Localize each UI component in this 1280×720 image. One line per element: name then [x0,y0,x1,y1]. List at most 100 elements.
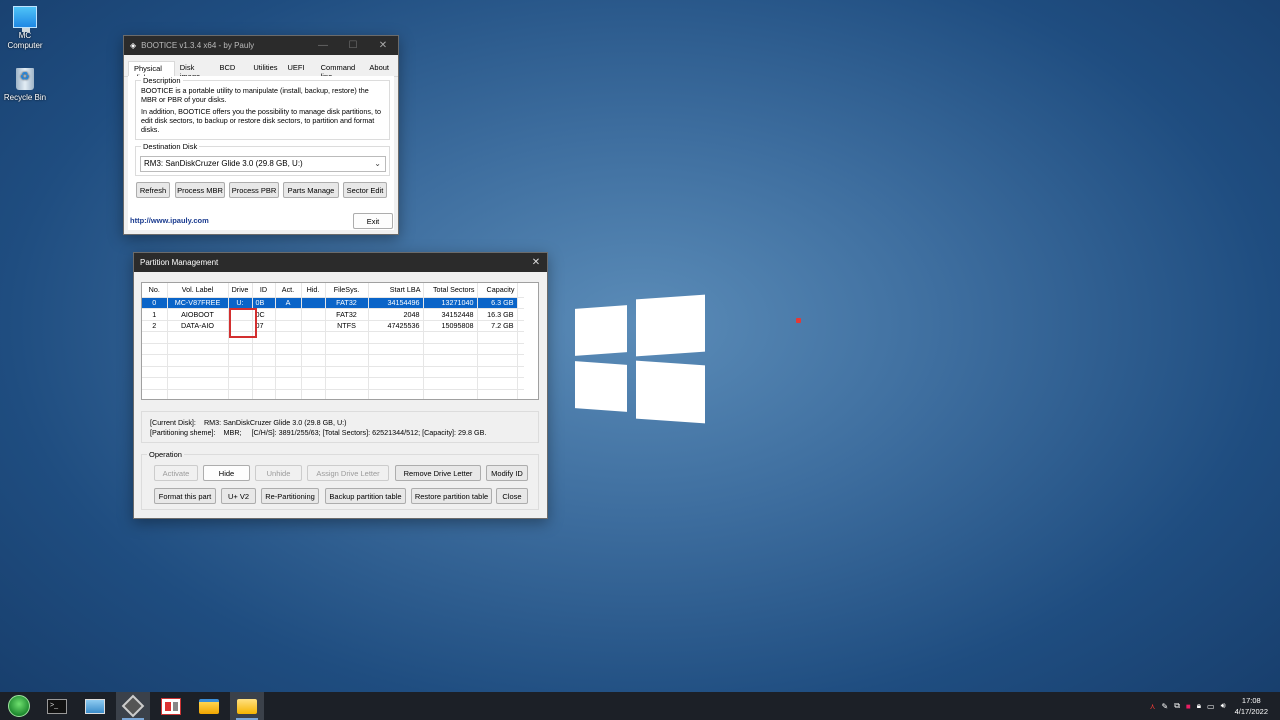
empty-row [142,366,524,378]
tray-monitor-icon[interactable]: ▭ [1207,702,1215,711]
bootice-icon [121,694,145,718]
maximize-button[interactable]: ☐ [338,36,368,55]
refresh-button[interactable]: Refresh [136,182,170,198]
tab-command-line[interactable]: Command line [316,61,365,81]
computer-icon [13,6,37,32]
taskbar-bootice[interactable] [116,692,150,720]
tab-disk-image[interactable]: Disk image [175,61,215,81]
desktop-icon-label: MC [18,31,32,40]
tab-uefi[interactable]: UEFI [283,61,310,76]
sector-edit-button[interactable]: Sector Edit [343,182,387,198]
desktop-icon-label: Recycle Bin [3,93,47,102]
column-header[interactable]: Hid. [301,283,326,298]
windows-logo-wallpaper [575,294,705,425]
column-header[interactable]: Drive [228,283,253,298]
empty-row [142,343,524,355]
tray-security-icon[interactable]: 🔒︎ [1197,701,1201,711]
cell-hid [301,297,326,309]
cell-drive: U: [228,297,253,309]
column-header[interactable]: ID [252,283,276,298]
table-row[interactable]: 2 DATA-AIO 07 NTFS 47425536 15095808 7.2… [142,320,524,332]
taskbar-display-tool[interactable] [78,692,112,720]
taskbar-clock[interactable]: 17:08 4/17/2022 [1235,695,1268,717]
folder-icon [199,698,219,714]
column-header[interactable]: Vol. Label [167,283,229,298]
activate-button[interactable]: Activate [154,465,198,481]
cell-start-lba: 34154496 [368,297,424,309]
exit-button[interactable]: Exit [353,213,393,229]
partitioning-scheme-line: [Partitioning sheme]: MBR; [C/H/S]: 3891… [150,428,530,438]
desktop-icon-computer[interactable]: MC Computer [0,6,53,51]
bootice-window: ◈ BOOTICE v1.3.4 x64 - by Pauly — ☐ ✕ Ph… [123,35,399,235]
tray-pen-icon[interactable]: ✎ [1161,702,1168,711]
taskbar-terminal[interactable]: >_ [40,692,74,720]
column-header[interactable]: Act. [275,283,302,298]
folder-icon [237,698,257,714]
minimize-button[interactable]: — [308,36,338,55]
cell-fs: NTFS [325,320,369,332]
partition-titlebar[interactable]: Partition Management ✕ [134,253,547,272]
cell-capacity: 6.3 GB [477,297,518,309]
cell-hid [301,320,326,332]
tray-chevron-icon[interactable]: ⋏ [1150,702,1156,711]
cell-act [275,320,302,332]
cell-no: 2 [142,320,168,332]
tray-volume-icon[interactable]: 🔊︎ [1221,701,1226,711]
hide-button[interactable]: Hide [203,465,250,481]
tray-network-icon[interactable]: ⧉ [1174,701,1180,711]
close-button[interactable]: ✕ [368,36,398,55]
table-row[interactable]: 1 AIOBOOT 0C FAT32 2048 34152448 16.3 GB [142,308,524,321]
destination-disk-select[interactable]: RM3: SanDiskCruzer Glide 3.0 (29.8 GB, U… [140,156,386,172]
re-partitioning-button[interactable]: Re-Partitioning [261,488,319,504]
format-partition-button[interactable]: Format this part [154,488,216,504]
operation-label: Operation [149,450,182,459]
u-v2-button[interactable]: U+ V2 [221,488,256,504]
column-header[interactable]: Total Sectors [423,283,478,298]
cell-capacity: 7.2 GB [477,320,518,332]
cell-hid [301,308,326,321]
taskbar-file-explorer-window[interactable] [230,692,264,720]
parts-manage-button[interactable]: Parts Manage [283,182,339,198]
table-row[interactable]: 0 MC-V87FREE U: 0B A FAT32 34154496 1327… [142,297,524,309]
column-header[interactable]: Capacity [477,283,518,298]
current-disk-line: [Current Disk]: RM3: SanDiskCruzer Glide… [150,418,530,428]
partition-table: No. Vol. Label Drive ID Act. Hid. FileSy… [142,283,524,399]
chevron-down-icon: ⌄ [374,159,381,168]
taskbar-partition-tool[interactable] [154,692,188,720]
cell-fs: FAT32 [325,297,369,309]
tab-utilities[interactable]: Utilities [248,61,282,76]
partition-management-window: Partition Management ✕ No. Vol. Label Dr… [133,252,548,519]
modify-id-button[interactable]: Modify ID [486,465,528,481]
bootice-titlebar[interactable]: ◈ BOOTICE v1.3.4 x64 - by Pauly — ☐ ✕ [124,36,398,55]
cell-start-lba: 2048 [368,308,424,321]
close-button[interactable]: ✕ [525,253,547,272]
column-header[interactable]: No. [142,283,168,298]
start-button[interactable] [2,692,36,720]
backup-partition-table-button[interactable]: Backup partition table [325,488,406,504]
ipauly-link[interactable]: http://www.ipauly.com [130,216,209,225]
taskbar-file-explorer[interactable] [192,692,226,720]
taskbar: >_ ⋏ ✎ ⧉ ■ 🔒︎ ▭ 🔊︎ 17:08 4/17/2022 [0,692,1280,720]
unhide-button[interactable]: Unhide [255,465,302,481]
description-text: BOOTICE is a portable utility to manipul… [141,86,369,104]
cell-label: DATA-AIO [167,320,229,332]
tab-about[interactable]: About [364,61,394,76]
assign-drive-letter-button[interactable]: Assign Drive Letter [307,465,389,481]
cell-id: 0B [252,297,276,309]
restore-partition-table-button[interactable]: Restore partition table [411,488,492,504]
column-header[interactable]: FileSys. [325,283,369,298]
tray-color-icon[interactable]: ■ [1186,702,1191,711]
disk-info-box: [Current Disk]: RM3: SanDiskCruzer Glide… [141,411,539,443]
system-tray: ⋏ ✎ ⧉ ■ 🔒︎ ▭ 🔊︎ 17:08 4/17/2022 [1147,692,1280,720]
process-pbr-button[interactable]: Process PBR [229,182,279,198]
process-mbr-button[interactable]: Process MBR [175,182,225,198]
tab-physical-disk[interactable]: Physical disk [128,61,175,82]
description-label: Description [143,76,181,85]
desktop-icon-recycle-bin[interactable]: Recycle Bin [0,68,53,103]
remove-drive-letter-button[interactable]: Remove Drive Letter [395,465,481,481]
desktop-icon-label: Computer [7,41,43,50]
cell-label: AIOBOOT [167,308,229,321]
close-window-button[interactable]: Close [496,488,528,504]
column-header[interactable]: Start LBA [368,283,424,298]
tab-bcd[interactable]: BCD [215,61,241,76]
